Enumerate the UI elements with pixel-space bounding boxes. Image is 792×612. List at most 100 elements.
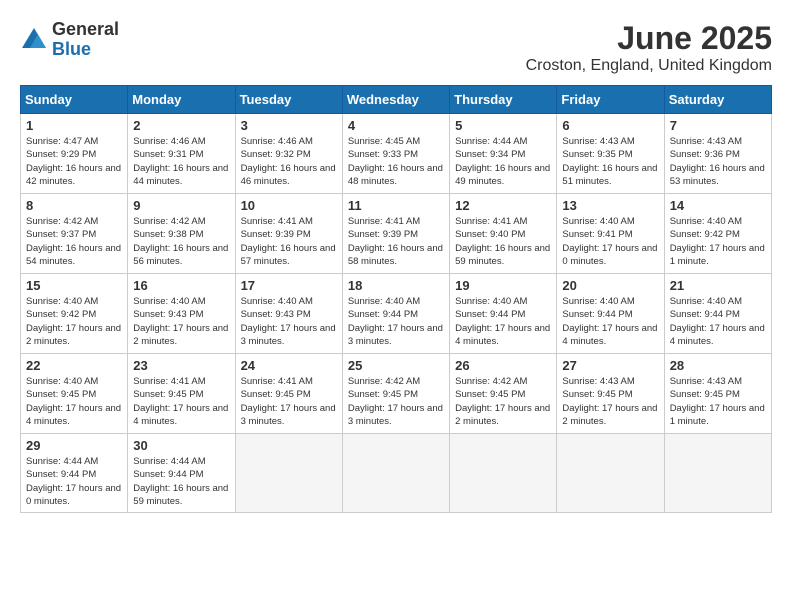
day-number: 10: [241, 198, 337, 213]
empty-day-cell: [235, 434, 342, 513]
empty-day-cell: [450, 434, 557, 513]
day-cell: 22 Sunrise: 4:40 AM Sunset: 9:45 PM Dayl…: [21, 354, 128, 434]
day-cell: 1 Sunrise: 4:47 AM Sunset: 9:29 PM Dayli…: [21, 114, 128, 194]
day-number: 18: [348, 278, 444, 293]
day-cell: 3 Sunrise: 4:46 AM Sunset: 9:32 PM Dayli…: [235, 114, 342, 194]
day-number: 12: [455, 198, 551, 213]
weekday-header: Wednesday: [342, 86, 449, 114]
day-info: Sunrise: 4:47 AM Sunset: 9:29 PM Dayligh…: [26, 135, 122, 188]
day-cell: 13 Sunrise: 4:40 AM Sunset: 9:41 PM Dayl…: [557, 194, 664, 274]
day-number: 26: [455, 358, 551, 373]
day-cell: 2 Sunrise: 4:46 AM Sunset: 9:31 PM Dayli…: [128, 114, 235, 194]
day-number: 3: [241, 118, 337, 133]
day-number: 22: [26, 358, 122, 373]
day-cell: 8 Sunrise: 4:42 AM Sunset: 9:37 PM Dayli…: [21, 194, 128, 274]
day-cell: 18 Sunrise: 4:40 AM Sunset: 9:44 PM Dayl…: [342, 274, 449, 354]
page-header: General Blue June 2025 Croston, England,…: [20, 20, 772, 75]
day-info: Sunrise: 4:40 AM Sunset: 9:44 PM Dayligh…: [562, 295, 658, 348]
day-info: Sunrise: 4:46 AM Sunset: 9:31 PM Dayligh…: [133, 135, 229, 188]
day-info: Sunrise: 4:41 AM Sunset: 9:40 PM Dayligh…: [455, 215, 551, 268]
day-cell: 24 Sunrise: 4:41 AM Sunset: 9:45 PM Dayl…: [235, 354, 342, 434]
day-number: 4: [348, 118, 444, 133]
calendar-week-row: 1 Sunrise: 4:47 AM Sunset: 9:29 PM Dayli…: [21, 114, 772, 194]
day-number: 8: [26, 198, 122, 213]
day-number: 24: [241, 358, 337, 373]
day-number: 7: [670, 118, 766, 133]
day-info: Sunrise: 4:41 AM Sunset: 9:39 PM Dayligh…: [348, 215, 444, 268]
day-cell: 17 Sunrise: 4:40 AM Sunset: 9:43 PM Dayl…: [235, 274, 342, 354]
day-info: Sunrise: 4:40 AM Sunset: 9:42 PM Dayligh…: [26, 295, 122, 348]
day-cell: 14 Sunrise: 4:40 AM Sunset: 9:42 PM Dayl…: [664, 194, 771, 274]
day-number: 16: [133, 278, 229, 293]
calendar-week-row: 8 Sunrise: 4:42 AM Sunset: 9:37 PM Dayli…: [21, 194, 772, 274]
day-info: Sunrise: 4:40 AM Sunset: 9:43 PM Dayligh…: [241, 295, 337, 348]
day-number: 5: [455, 118, 551, 133]
weekday-header: Tuesday: [235, 86, 342, 114]
day-number: 9: [133, 198, 229, 213]
day-cell: 30 Sunrise: 4:44 AM Sunset: 9:44 PM Dayl…: [128, 434, 235, 513]
day-cell: 21 Sunrise: 4:40 AM Sunset: 9:44 PM Dayl…: [664, 274, 771, 354]
day-info: Sunrise: 4:40 AM Sunset: 9:41 PM Dayligh…: [562, 215, 658, 268]
day-cell: 6 Sunrise: 4:43 AM Sunset: 9:35 PM Dayli…: [557, 114, 664, 194]
day-number: 13: [562, 198, 658, 213]
day-info: Sunrise: 4:43 AM Sunset: 9:45 PM Dayligh…: [670, 375, 766, 428]
day-info: Sunrise: 4:45 AM Sunset: 9:33 PM Dayligh…: [348, 135, 444, 188]
logo-blue: Blue: [52, 40, 119, 60]
day-info: Sunrise: 4:40 AM Sunset: 9:44 PM Dayligh…: [348, 295, 444, 348]
day-cell: 11 Sunrise: 4:41 AM Sunset: 9:39 PM Dayl…: [342, 194, 449, 274]
calendar-week-row: 22 Sunrise: 4:40 AM Sunset: 9:45 PM Dayl…: [21, 354, 772, 434]
day-info: Sunrise: 4:41 AM Sunset: 9:45 PM Dayligh…: [241, 375, 337, 428]
day-number: 21: [670, 278, 766, 293]
day-cell: 25 Sunrise: 4:42 AM Sunset: 9:45 PM Dayl…: [342, 354, 449, 434]
logo-general: General: [52, 20, 119, 40]
calendar-week-row: 15 Sunrise: 4:40 AM Sunset: 9:42 PM Dayl…: [21, 274, 772, 354]
calendar-table: SundayMondayTuesdayWednesdayThursdayFrid…: [20, 85, 772, 513]
weekday-header: Sunday: [21, 86, 128, 114]
day-number: 30: [133, 438, 229, 453]
day-info: Sunrise: 4:40 AM Sunset: 9:42 PM Dayligh…: [670, 215, 766, 268]
empty-day-cell: [342, 434, 449, 513]
logo: General Blue: [20, 20, 119, 60]
day-cell: 9 Sunrise: 4:42 AM Sunset: 9:38 PM Dayli…: [128, 194, 235, 274]
day-info: Sunrise: 4:40 AM Sunset: 9:44 PM Dayligh…: [455, 295, 551, 348]
day-cell: 15 Sunrise: 4:40 AM Sunset: 9:42 PM Dayl…: [21, 274, 128, 354]
day-number: 27: [562, 358, 658, 373]
day-info: Sunrise: 4:42 AM Sunset: 9:45 PM Dayligh…: [455, 375, 551, 428]
day-number: 23: [133, 358, 229, 373]
day-number: 25: [348, 358, 444, 373]
calendar-week-row: 29 Sunrise: 4:44 AM Sunset: 9:44 PM Dayl…: [21, 434, 772, 513]
day-info: Sunrise: 4:42 AM Sunset: 9:38 PM Dayligh…: [133, 215, 229, 268]
day-number: 11: [348, 198, 444, 213]
day-cell: 19 Sunrise: 4:40 AM Sunset: 9:44 PM Dayl…: [450, 274, 557, 354]
day-info: Sunrise: 4:40 AM Sunset: 9:45 PM Dayligh…: [26, 375, 122, 428]
day-info: Sunrise: 4:46 AM Sunset: 9:32 PM Dayligh…: [241, 135, 337, 188]
weekday-header: Monday: [128, 86, 235, 114]
day-info: Sunrise: 4:43 AM Sunset: 9:45 PM Dayligh…: [562, 375, 658, 428]
day-number: 29: [26, 438, 122, 453]
empty-day-cell: [664, 434, 771, 513]
day-number: 1: [26, 118, 122, 133]
day-info: Sunrise: 4:44 AM Sunset: 9:44 PM Dayligh…: [26, 455, 122, 508]
day-info: Sunrise: 4:44 AM Sunset: 9:44 PM Dayligh…: [133, 455, 229, 508]
day-number: 14: [670, 198, 766, 213]
day-info: Sunrise: 4:43 AM Sunset: 9:36 PM Dayligh…: [670, 135, 766, 188]
day-info: Sunrise: 4:44 AM Sunset: 9:34 PM Dayligh…: [455, 135, 551, 188]
month-title: June 2025: [526, 20, 772, 57]
day-number: 20: [562, 278, 658, 293]
logo-icon: [20, 26, 48, 54]
logo-text: General Blue: [52, 20, 119, 60]
day-cell: 4 Sunrise: 4:45 AM Sunset: 9:33 PM Dayli…: [342, 114, 449, 194]
day-number: 19: [455, 278, 551, 293]
day-cell: 26 Sunrise: 4:42 AM Sunset: 9:45 PM Dayl…: [450, 354, 557, 434]
day-cell: 10 Sunrise: 4:41 AM Sunset: 9:39 PM Dayl…: [235, 194, 342, 274]
day-cell: 16 Sunrise: 4:40 AM Sunset: 9:43 PM Dayl…: [128, 274, 235, 354]
empty-day-cell: [557, 434, 664, 513]
title-block: June 2025 Croston, England, United Kingd…: [526, 20, 772, 75]
day-number: 17: [241, 278, 337, 293]
location-title: Croston, England, United Kingdom: [526, 57, 772, 75]
day-cell: 27 Sunrise: 4:43 AM Sunset: 9:45 PM Dayl…: [557, 354, 664, 434]
day-cell: 23 Sunrise: 4:41 AM Sunset: 9:45 PM Dayl…: [128, 354, 235, 434]
day-info: Sunrise: 4:40 AM Sunset: 9:43 PM Dayligh…: [133, 295, 229, 348]
weekday-header: Friday: [557, 86, 664, 114]
calendar-header-row: SundayMondayTuesdayWednesdayThursdayFrid…: [21, 86, 772, 114]
